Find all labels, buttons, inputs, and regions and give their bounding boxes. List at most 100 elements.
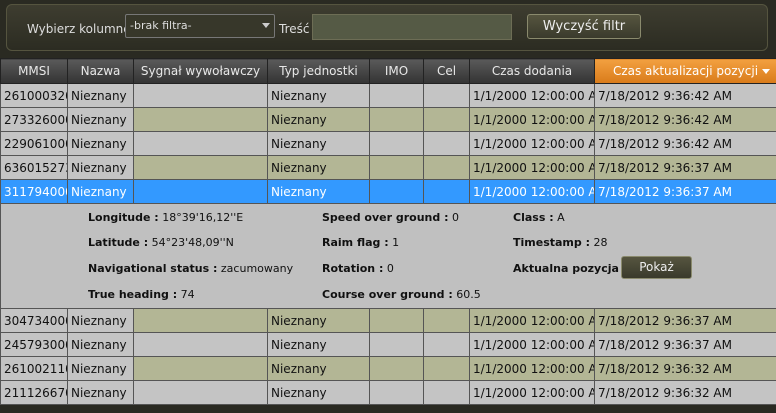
- class-value: A: [557, 211, 565, 224]
- longitude-label: Longitude :: [88, 211, 159, 224]
- cell-added-time: 1/1/2000 12:00:00 AM: [469, 131, 595, 156]
- longitude-field: Longitude : 18°39'16,12''E: [88, 211, 243, 224]
- table-row[interactable]: 636015273 Nieznany Nieznany 1/1/2000 12:…: [0, 155, 776, 180]
- cell-destination: [423, 356, 470, 381]
- cell-mmsi: 304734000: [0, 308, 68, 333]
- cell-destination: [423, 308, 470, 333]
- cell-type: Nieznany: [267, 83, 370, 108]
- cell-destination: [423, 83, 470, 108]
- cell-added-time: 1/1/2000 12:00:00 AM: [469, 308, 595, 333]
- raim-field: Raim flag : 1: [322, 236, 399, 249]
- show-position-button[interactable]: Pokaż: [621, 256, 692, 279]
- cell-type: Nieznany: [267, 155, 370, 180]
- latitude-field: Latitude : 54°23'48,09''N: [88, 236, 234, 249]
- header-position-update-label: Czas aktualizacji pozycji: [612, 64, 759, 78]
- header-imo[interactable]: IMO: [369, 58, 424, 84]
- table-row[interactable]: 261000320 Nieznany Nieznany 1/1/2000 12:…: [0, 83, 776, 108]
- navstatus-label: Navigational status :: [88, 262, 218, 275]
- rotation-value: 0: [386, 262, 394, 275]
- cog-label: Course over ground :: [322, 288, 453, 301]
- cell-mmsi: 229061000: [0, 131, 68, 156]
- header-name[interactable]: Nazwa: [67, 58, 134, 84]
- latitude-label: Latitude :: [88, 236, 149, 249]
- cell-update-time: 7/18/2012 9:36:32 AM: [594, 380, 776, 405]
- filter-bar: Wybierz kolumnę -brak filtra- Treść Wycz…: [0, 0, 776, 58]
- cell-destination: [423, 179, 470, 204]
- cell-added-time: 1/1/2000 12:00:00 AM: [469, 107, 595, 132]
- cell-callsign: [133, 107, 268, 132]
- cell-callsign: [133, 155, 268, 180]
- cell-callsign: [133, 332, 268, 357]
- timestamp-field: Timestamp : 28: [513, 236, 608, 249]
- cell-update-time: 7/18/2012 9:36:37 AM: [594, 308, 776, 333]
- navstatus-field: Navigational status : zacumowany: [88, 262, 293, 275]
- cell-mmsi: 311794000: [0, 179, 68, 204]
- cell-callsign: [133, 83, 268, 108]
- table-row[interactable]: 245793000 Nieznany Nieznany 1/1/2000 12:…: [0, 332, 776, 357]
- cell-update-time: 7/18/2012 9:36:37 AM: [594, 179, 776, 204]
- column-select-value: -brak filtra-: [130, 19, 192, 32]
- sort-desc-icon: [762, 69, 770, 74]
- column-select[interactable]: -brak filtra-: [125, 14, 275, 38]
- cell-added-time: 1/1/2000 12:00:00 AM: [469, 155, 595, 180]
- content-input[interactable]: [312, 14, 512, 40]
- cell-mmsi: 273326000: [0, 107, 68, 132]
- table-header: MMSI Nazwa Sygnał wywoławczy Typ jednost…: [0, 58, 776, 84]
- table-row[interactable]: 211126670 Nieznany Nieznany 1/1/2000 12:…: [0, 380, 776, 405]
- cell-mmsi: 211126670: [0, 380, 68, 405]
- cell-imo: [369, 107, 424, 132]
- longitude-value: 18°39'16,12''E: [162, 211, 244, 224]
- cell-type: Nieznany: [267, 107, 370, 132]
- header-destination[interactable]: Cel: [423, 58, 470, 84]
- cell-name: Nieznany: [67, 380, 134, 405]
- header-position-update-time[interactable]: Czas aktualizacji pozycji: [594, 58, 776, 84]
- heading-value: 74: [180, 288, 195, 301]
- cell-callsign: [133, 308, 268, 333]
- timestamp-value: 28: [593, 236, 608, 249]
- cell-destination: [423, 380, 470, 405]
- timestamp-label: Timestamp :: [513, 236, 590, 249]
- cell-name: Nieznany: [67, 155, 134, 180]
- header-mmsi[interactable]: MMSI: [0, 58, 68, 84]
- cell-type: Nieznany: [267, 356, 370, 381]
- cog-value: 60.5: [456, 288, 481, 301]
- cell-type: Nieznany: [267, 308, 370, 333]
- table-row[interactable]: 229061000 Nieznany Nieznany 1/1/2000 12:…: [0, 131, 776, 156]
- chevron-down-icon: [262, 23, 270, 28]
- header-callsign[interactable]: Sygnał wywoławczy: [133, 58, 268, 84]
- cell-mmsi: 261000320: [0, 83, 68, 108]
- cell-update-time: 7/18/2012 9:36:37 AM: [594, 332, 776, 357]
- cell-update-time: 7/18/2012 9:36:32 AM: [594, 356, 776, 381]
- cell-destination: [423, 155, 470, 180]
- cell-destination: [423, 332, 470, 357]
- raim-label: Raim flag :: [322, 236, 389, 249]
- sog-value: 0: [451, 211, 459, 224]
- cell-callsign: [133, 179, 268, 204]
- class-field: Class : A: [513, 211, 565, 224]
- filter-panel: Wybierz kolumnę -brak filtra- Treść Wycz…: [6, 4, 768, 51]
- rotation-field: Rotation : 0: [322, 262, 394, 275]
- header-added-time[interactable]: Czas dodania: [469, 58, 595, 84]
- table-row[interactable]: 273326000 Nieznany Nieznany 1/1/2000 12:…: [0, 107, 776, 132]
- cell-imo: [369, 155, 424, 180]
- sog-field: Speed over ground : 0: [322, 211, 459, 224]
- heading-field: True heading : 74: [88, 288, 195, 301]
- cell-update-time: 7/18/2012 9:36:37 AM: [594, 155, 776, 180]
- cog-field: Course over ground : 60.5: [322, 288, 481, 301]
- position-label: Aktualna pozycja :: [513, 262, 628, 275]
- cell-type: Nieznany: [267, 131, 370, 156]
- cell-mmsi: 636015273: [0, 155, 68, 180]
- table-row[interactable]: 261002110 Nieznany Nieznany 1/1/2000 12:…: [0, 356, 776, 381]
- table-row[interactable]: 304734000 Nieznany Nieznany 1/1/2000 12:…: [0, 308, 776, 333]
- header-type[interactable]: Typ jednostki: [267, 58, 370, 84]
- cell-type: Nieznany: [267, 332, 370, 357]
- cell-update-time: 7/18/2012 9:36:42 AM: [594, 107, 776, 132]
- cell-name: Nieznany: [67, 356, 134, 381]
- navstatus-value: zacumowany: [220, 262, 294, 275]
- rotation-label: Rotation :: [322, 262, 384, 275]
- cell-update-time: 7/18/2012 9:36:42 AM: [594, 83, 776, 108]
- clear-filter-button[interactable]: Wyczyść filtr: [527, 14, 641, 39]
- cell-name: Nieznany: [67, 308, 134, 333]
- table-row-selected[interactable]: 311794000 Nieznany Nieznany 1/1/2000 12:…: [0, 179, 776, 204]
- cell-name: Nieznany: [67, 83, 134, 108]
